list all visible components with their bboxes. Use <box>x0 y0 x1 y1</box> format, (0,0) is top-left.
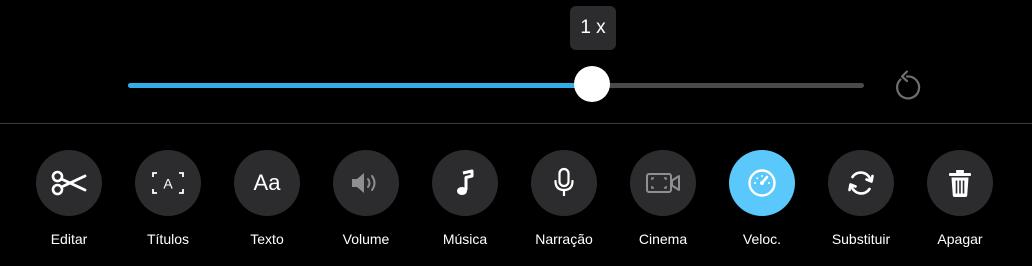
replace-icon <box>845 167 877 199</box>
tool-circle <box>927 150 993 216</box>
tool-musica-button[interactable]: Música <box>415 150 515 247</box>
tool-label: Títulos <box>146 231 189 247</box>
tool-circle <box>36 150 102 216</box>
tool-label: Texto <box>250 231 284 247</box>
tool-volume-button[interactable]: Volume <box>316 150 416 247</box>
speaker-icon <box>349 170 383 196</box>
speed-panel: 1 x <box>0 0 1032 124</box>
tool-circle <box>729 150 795 216</box>
tool-veloc-button[interactable]: Veloc. <box>712 150 812 247</box>
edit-toolbar: Editar A Títulos Aa Texto Volume Música … <box>0 124 1032 266</box>
reset-speed-button[interactable] <box>886 64 928 106</box>
tool-circle <box>432 150 498 216</box>
tool-circle: Aa <box>234 150 300 216</box>
tool-label: Substituir <box>831 231 891 247</box>
speed-slider-thumb[interactable] <box>574 66 610 102</box>
tool-editar-button[interactable]: Editar <box>19 150 119 247</box>
music-note-icon <box>452 168 478 198</box>
tool-narracao-button[interactable]: Narração <box>514 150 614 247</box>
tool-circle <box>333 150 399 216</box>
microphone-icon <box>551 167 577 199</box>
tool-label: Música <box>442 231 488 247</box>
titles-icon: A <box>151 170 185 196</box>
tool-titulos-button[interactable]: A Títulos <box>118 150 218 247</box>
tool-circle: A <box>135 150 201 216</box>
scissors-icon <box>50 169 88 197</box>
speedometer-icon <box>746 167 778 199</box>
cinema-icon <box>645 170 681 196</box>
tool-label: Veloc. <box>742 231 782 247</box>
tool-label: Narração <box>535 231 593 247</box>
trash-icon <box>947 168 973 198</box>
tool-cinema-button[interactable]: Cinema <box>613 150 713 247</box>
tool-circle <box>531 150 597 216</box>
tool-circle <box>828 150 894 216</box>
titles-glyph: A <box>163 176 173 192</box>
tool-label: Volume <box>342 231 390 247</box>
tool-label: Cinema <box>638 231 688 247</box>
text-icon: Aa <box>253 170 281 195</box>
speed-slider-track[interactable] <box>128 83 864 88</box>
tool-texto-button[interactable]: Aa Texto <box>217 150 317 247</box>
speed-slider-fill <box>128 83 592 88</box>
reset-icon <box>890 68 924 102</box>
tool-label: Apagar <box>937 231 983 247</box>
speed-value-tooltip: 1 x <box>570 6 616 50</box>
tool-apagar-button[interactable]: Apagar <box>910 150 1010 247</box>
tool-circle <box>630 150 696 216</box>
tool-label: Editar <box>50 231 88 247</box>
tool-substituir-button[interactable]: Substituir <box>811 150 911 247</box>
